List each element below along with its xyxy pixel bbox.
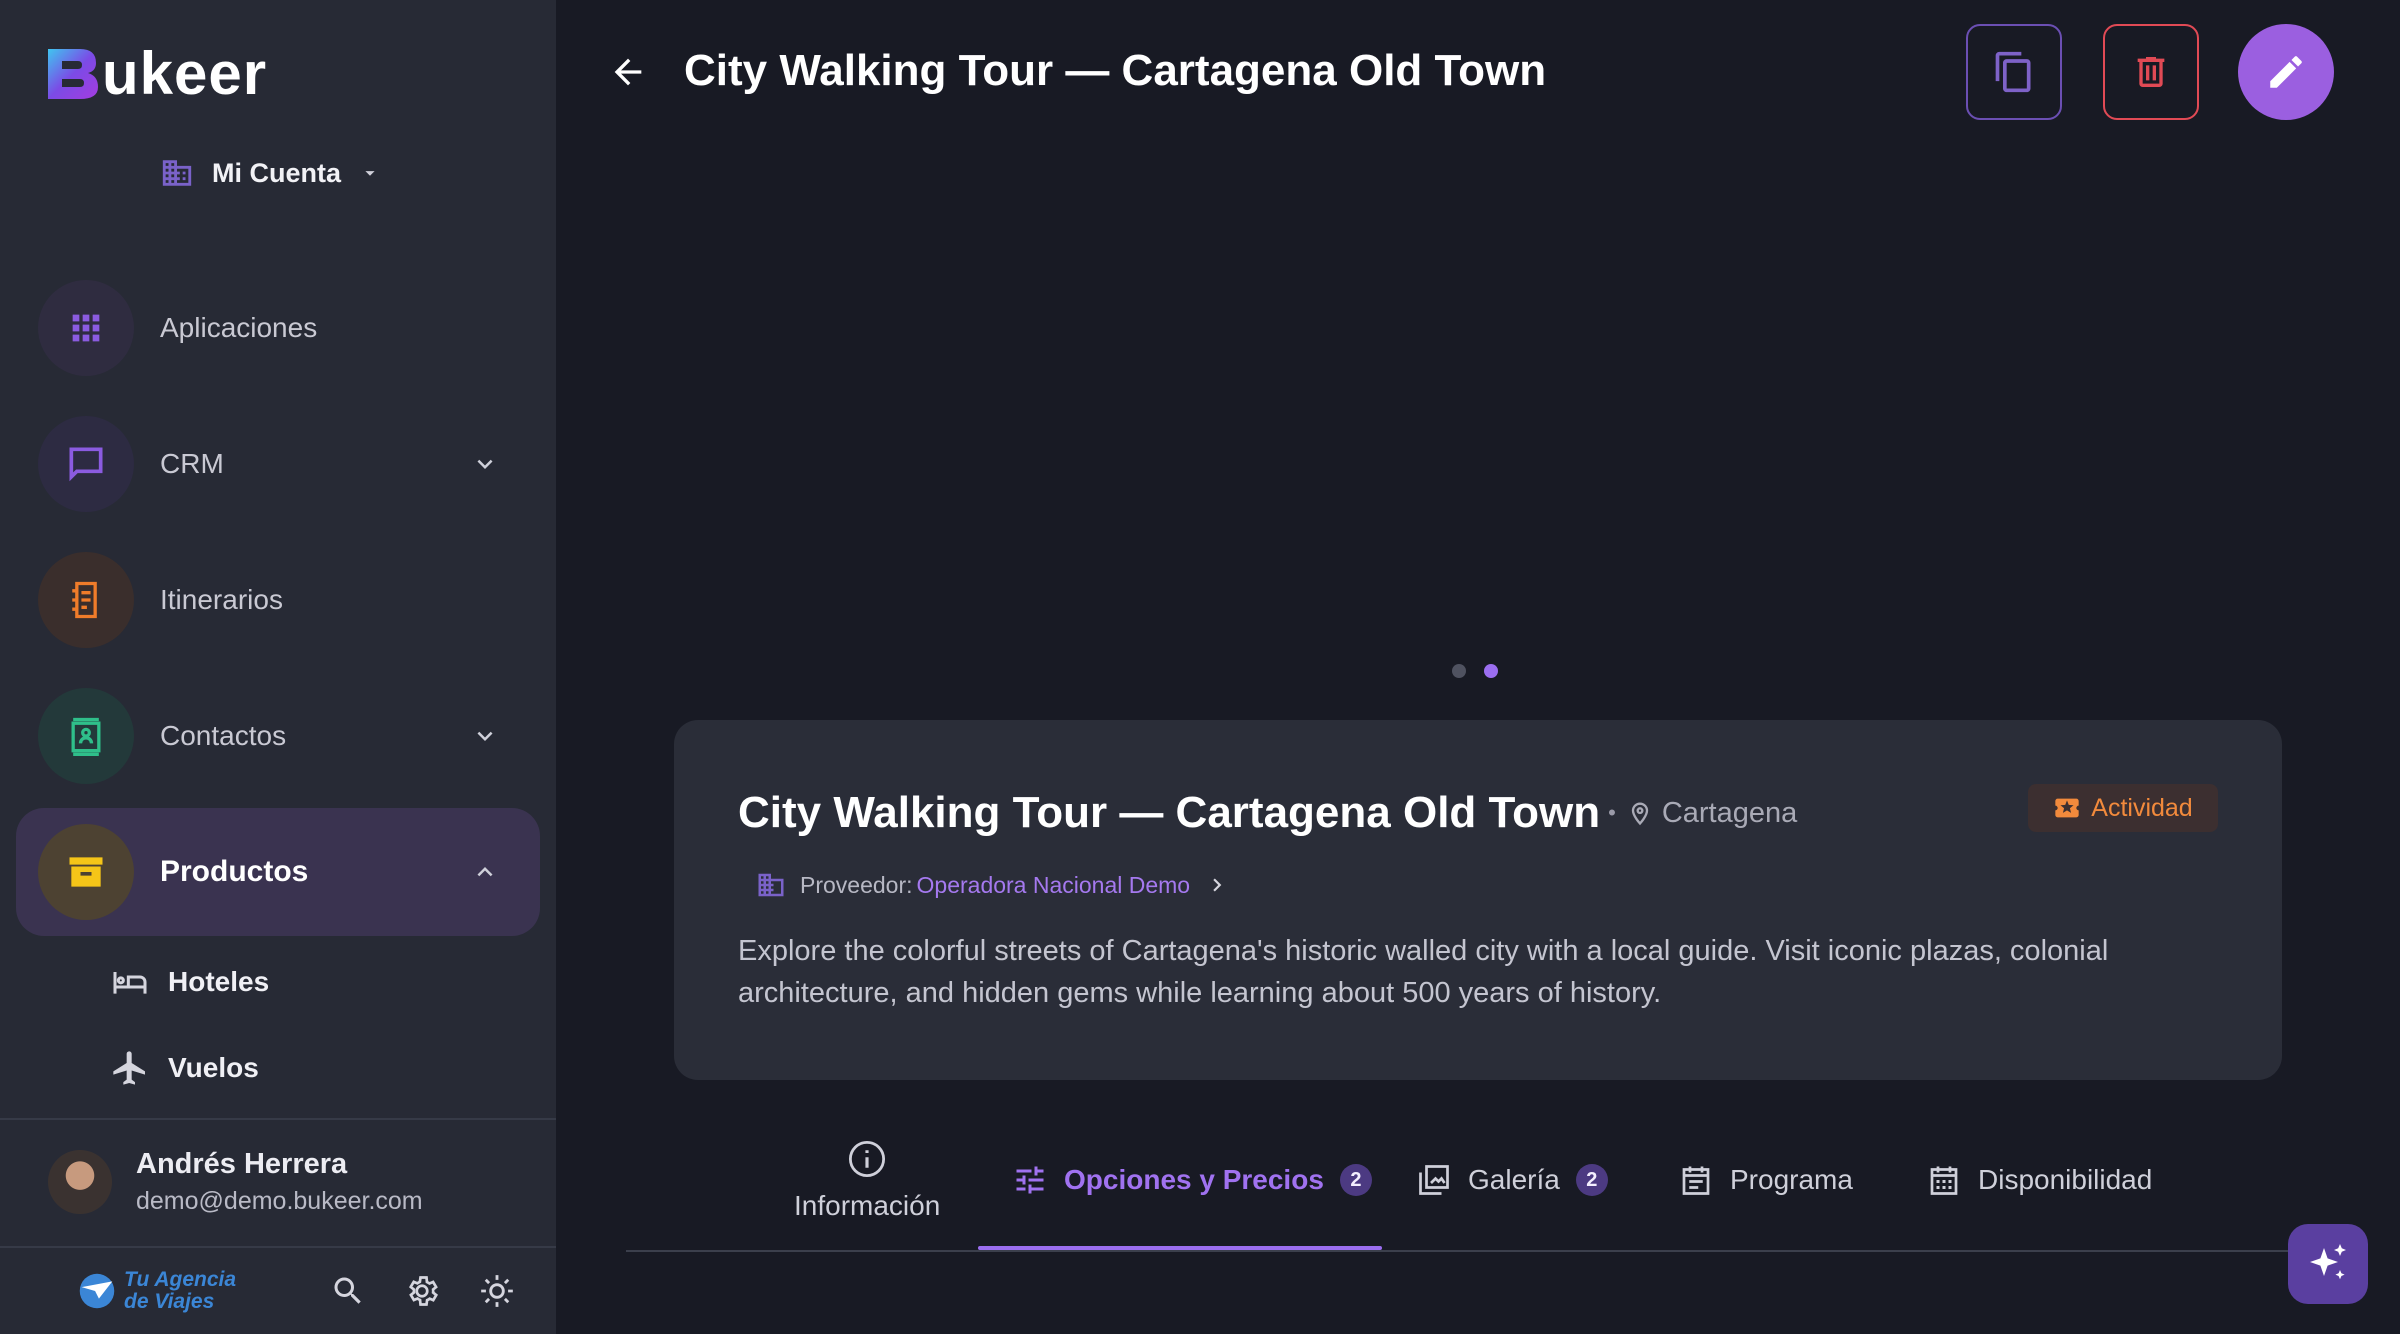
edit-button[interactable] xyxy=(2238,24,2334,120)
brand-logo[interactable]: ukeer xyxy=(44,38,267,108)
tab-availability-label: Disponibilidad xyxy=(1978,1164,2153,1195)
gallery-icon xyxy=(1419,1165,1449,1195)
location-pin-icon xyxy=(1631,802,1648,826)
agency-name-line2: de Viajes xyxy=(124,1290,215,1313)
provider-label: Proveedor: xyxy=(800,871,913,898)
nav-label-crm: CRM xyxy=(160,448,224,479)
building-icon xyxy=(758,873,784,897)
user-profile[interactable]: Andrés Herrera demo@demo.bukeer.com xyxy=(0,1118,556,1244)
trash-icon xyxy=(2137,57,2165,87)
active-tab-indicator xyxy=(978,1246,1382,1250)
user-email: demo@demo.bukeer.com xyxy=(136,1187,423,1215)
chevron-down-icon[interactable] xyxy=(470,721,500,751)
tab-options-prices[interactable]: Opciones y Precios 2 xyxy=(1012,1110,1372,1250)
nav-subitem-flights[interactable]: Vuelos xyxy=(110,1048,259,1088)
tab-availability[interactable]: Disponibilidad xyxy=(1926,1110,2152,1250)
sidebar: ukeer Mi Cuenta Aplicaciones CRM Itinera… xyxy=(0,0,556,1334)
gear-icon[interactable] xyxy=(404,1273,440,1309)
tab-gallery[interactable]: Galería 2 xyxy=(1416,1110,1608,1250)
duplicate-button[interactable] xyxy=(1966,24,2062,120)
nav-label-apps: Aplicaciones xyxy=(160,312,318,343)
product-summary-card: City Walking Tour — Cartagena Old Town •… xyxy=(674,720,2282,1080)
brand-name: ukeer xyxy=(102,39,268,107)
calendar-grid-icon xyxy=(1930,1166,1958,1195)
chevron-down-icon[interactable] xyxy=(470,449,500,479)
nav-label-contacts: Contactos xyxy=(160,720,287,751)
agency-name-line1: Tu Agencia xyxy=(124,1268,237,1291)
chat-icon xyxy=(38,416,134,512)
tab-info-label: Información xyxy=(794,1190,941,1221)
ticket-icon xyxy=(2055,798,2079,818)
calendar-text-icon xyxy=(1682,1166,1710,1195)
nav-item-itineraries[interactable]: Itinerarios xyxy=(16,536,540,664)
carousel-indicator xyxy=(1452,664,1498,678)
ai-assistant-button[interactable] xyxy=(2288,1224,2368,1304)
chevron-right-icon xyxy=(1213,878,1222,892)
building-icon xyxy=(162,160,192,186)
info-icon xyxy=(849,1140,886,1178)
bed-icon xyxy=(113,972,147,994)
copy-icon xyxy=(1995,51,2031,93)
airplane-icon xyxy=(113,1051,145,1085)
page-header: City Walking Tour — Cartagena Old Town xyxy=(556,0,2400,144)
product-type-label: Actividad xyxy=(2091,793,2193,822)
sun-icon[interactable] xyxy=(478,1272,516,1310)
pencil-icon xyxy=(2270,56,2302,88)
nav-label-flights: Vuelos xyxy=(168,1052,259,1083)
page-title: City Walking Tour — Cartagena Old Town xyxy=(684,46,1547,95)
search-icon[interactable] xyxy=(330,1273,366,1309)
product-title: City Walking Tour — Cartagena Old Town xyxy=(738,788,1601,837)
account-label: Mi Cuenta xyxy=(212,157,342,188)
sparkles-icon xyxy=(2310,1244,2346,1280)
tune-sliders-icon xyxy=(1016,1166,1044,1194)
nav-label-products: Productos xyxy=(160,855,309,888)
apps-grid-icon xyxy=(38,280,134,376)
carousel-dot[interactable] xyxy=(1452,664,1466,678)
tab-program-label: Programa xyxy=(1730,1164,1853,1195)
nav-label-itineraries: Itinerarios xyxy=(160,584,283,615)
nav-item-crm[interactable]: CRM xyxy=(16,400,540,528)
product-tabs: Información Opciones y Precios 2 Galería… xyxy=(626,1110,2288,1252)
nav-item-apps[interactable]: Aplicaciones xyxy=(16,264,540,392)
sidebar-footer: Tu Agencia de Viajes xyxy=(0,1246,556,1334)
b-mark-icon xyxy=(44,45,100,101)
agency-logo: Tu Agencia de Viajes xyxy=(74,1268,236,1314)
provider-link[interactable]: Proveedor: Operadora Nacional Demo xyxy=(756,870,1230,900)
nav-label-hotels: Hoteles xyxy=(168,966,270,997)
tab-gallery-label: Galería xyxy=(1468,1164,1560,1195)
carousel-dot-active[interactable] xyxy=(1484,664,1498,678)
product-description: Explore the colorful streets of Cartagen… xyxy=(738,935,2109,1009)
account-selector[interactable]: Mi Cuenta xyxy=(160,156,381,190)
avatar xyxy=(48,1150,112,1214)
user-name: Andrés Herrera xyxy=(136,1148,348,1180)
tab-gallery-count: 2 xyxy=(1575,1164,1608,1196)
tab-info[interactable]: Información xyxy=(794,1110,940,1250)
receipt-icon xyxy=(38,552,134,648)
globe-plane-icon xyxy=(79,1273,115,1309)
back-arrow-icon[interactable] xyxy=(608,52,648,92)
nav-subitem-hotels[interactable]: Hoteles xyxy=(110,962,269,1002)
nav-item-products[interactable]: Productos xyxy=(16,808,540,936)
chevron-up-icon[interactable] xyxy=(470,857,500,887)
tab-options-label: Opciones y Precios xyxy=(1064,1164,1324,1195)
nav-item-contacts[interactable]: Contactos xyxy=(16,672,540,800)
title-separator: • xyxy=(1608,800,1616,825)
caret-down-icon xyxy=(365,171,375,176)
provider-name[interactable]: Operadora Nacional Demo xyxy=(917,872,1191,899)
delete-button[interactable] xyxy=(2103,24,2199,120)
tab-program[interactable]: Programa xyxy=(1678,1110,1853,1250)
archive-box-icon xyxy=(38,824,134,920)
product-type-badge: Actividad xyxy=(2028,784,2218,832)
tab-options-count: 2 xyxy=(1339,1164,1372,1196)
contacts-icon xyxy=(38,688,134,784)
product-location: Cartagena xyxy=(1661,796,1798,829)
